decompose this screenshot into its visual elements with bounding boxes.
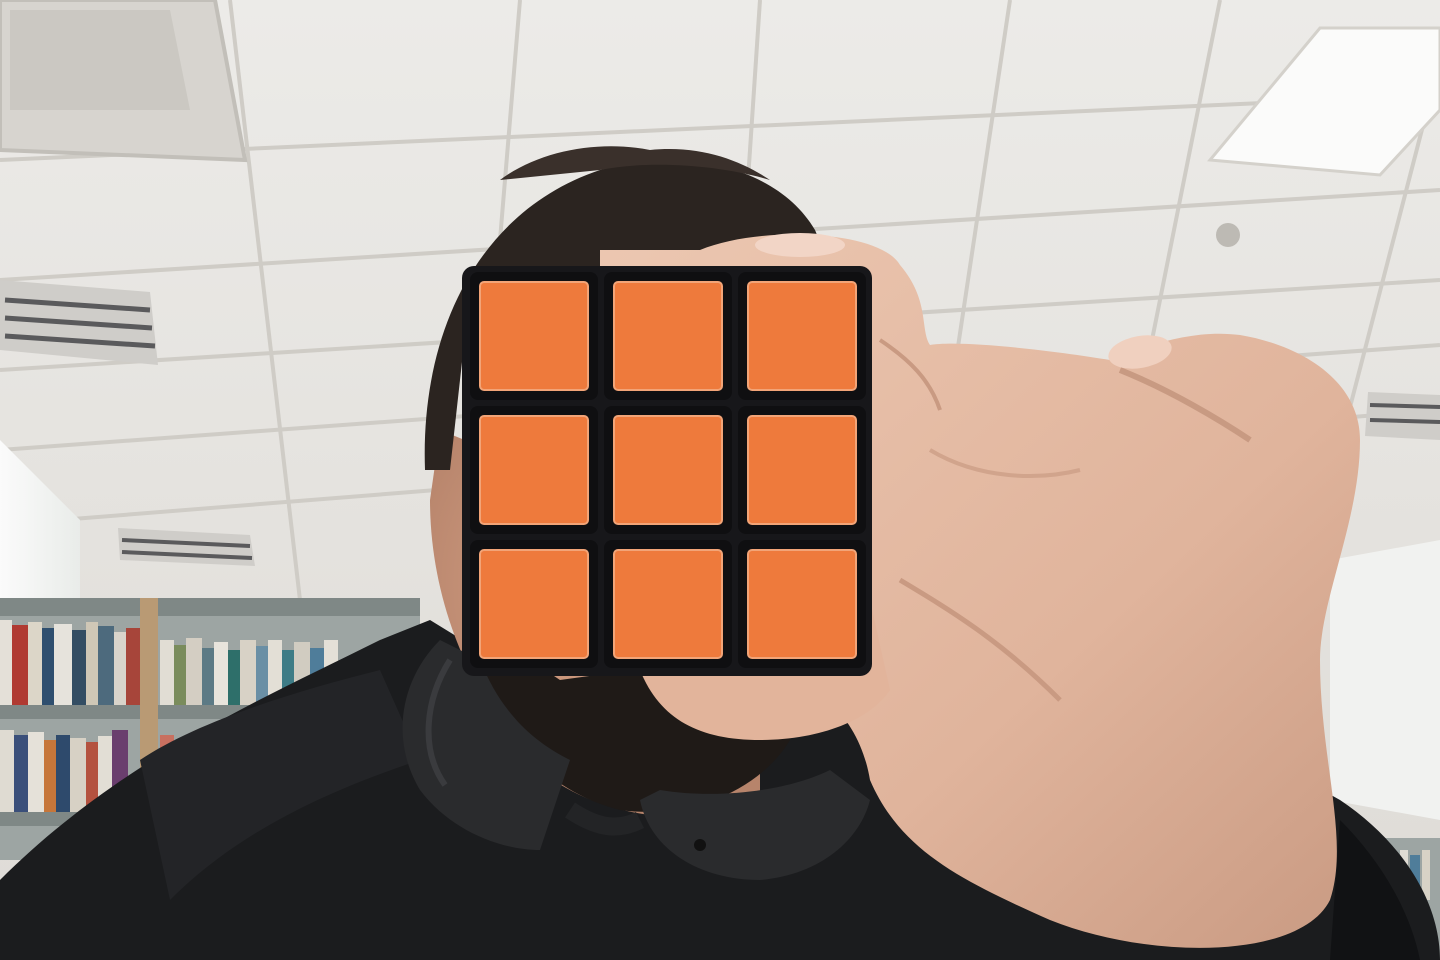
cube-sticker bbox=[747, 281, 857, 391]
photo bbox=[0, 0, 1440, 960]
photo-scene bbox=[0, 0, 1440, 960]
cube-sticker bbox=[479, 415, 589, 525]
cube-sticker bbox=[747, 549, 857, 659]
cube-sticker bbox=[613, 415, 723, 525]
cube-sticker bbox=[613, 281, 723, 391]
ceiling-sprinkler bbox=[1216, 223, 1240, 247]
cube-sticker bbox=[479, 281, 589, 391]
ceiling-louver-left bbox=[0, 280, 158, 365]
cube-sticker bbox=[613, 549, 723, 659]
cube-sticker bbox=[747, 415, 857, 525]
cube-sticker bbox=[479, 549, 589, 659]
rubiks-cube bbox=[462, 266, 872, 676]
ceiling-louver-right bbox=[1365, 392, 1440, 440]
